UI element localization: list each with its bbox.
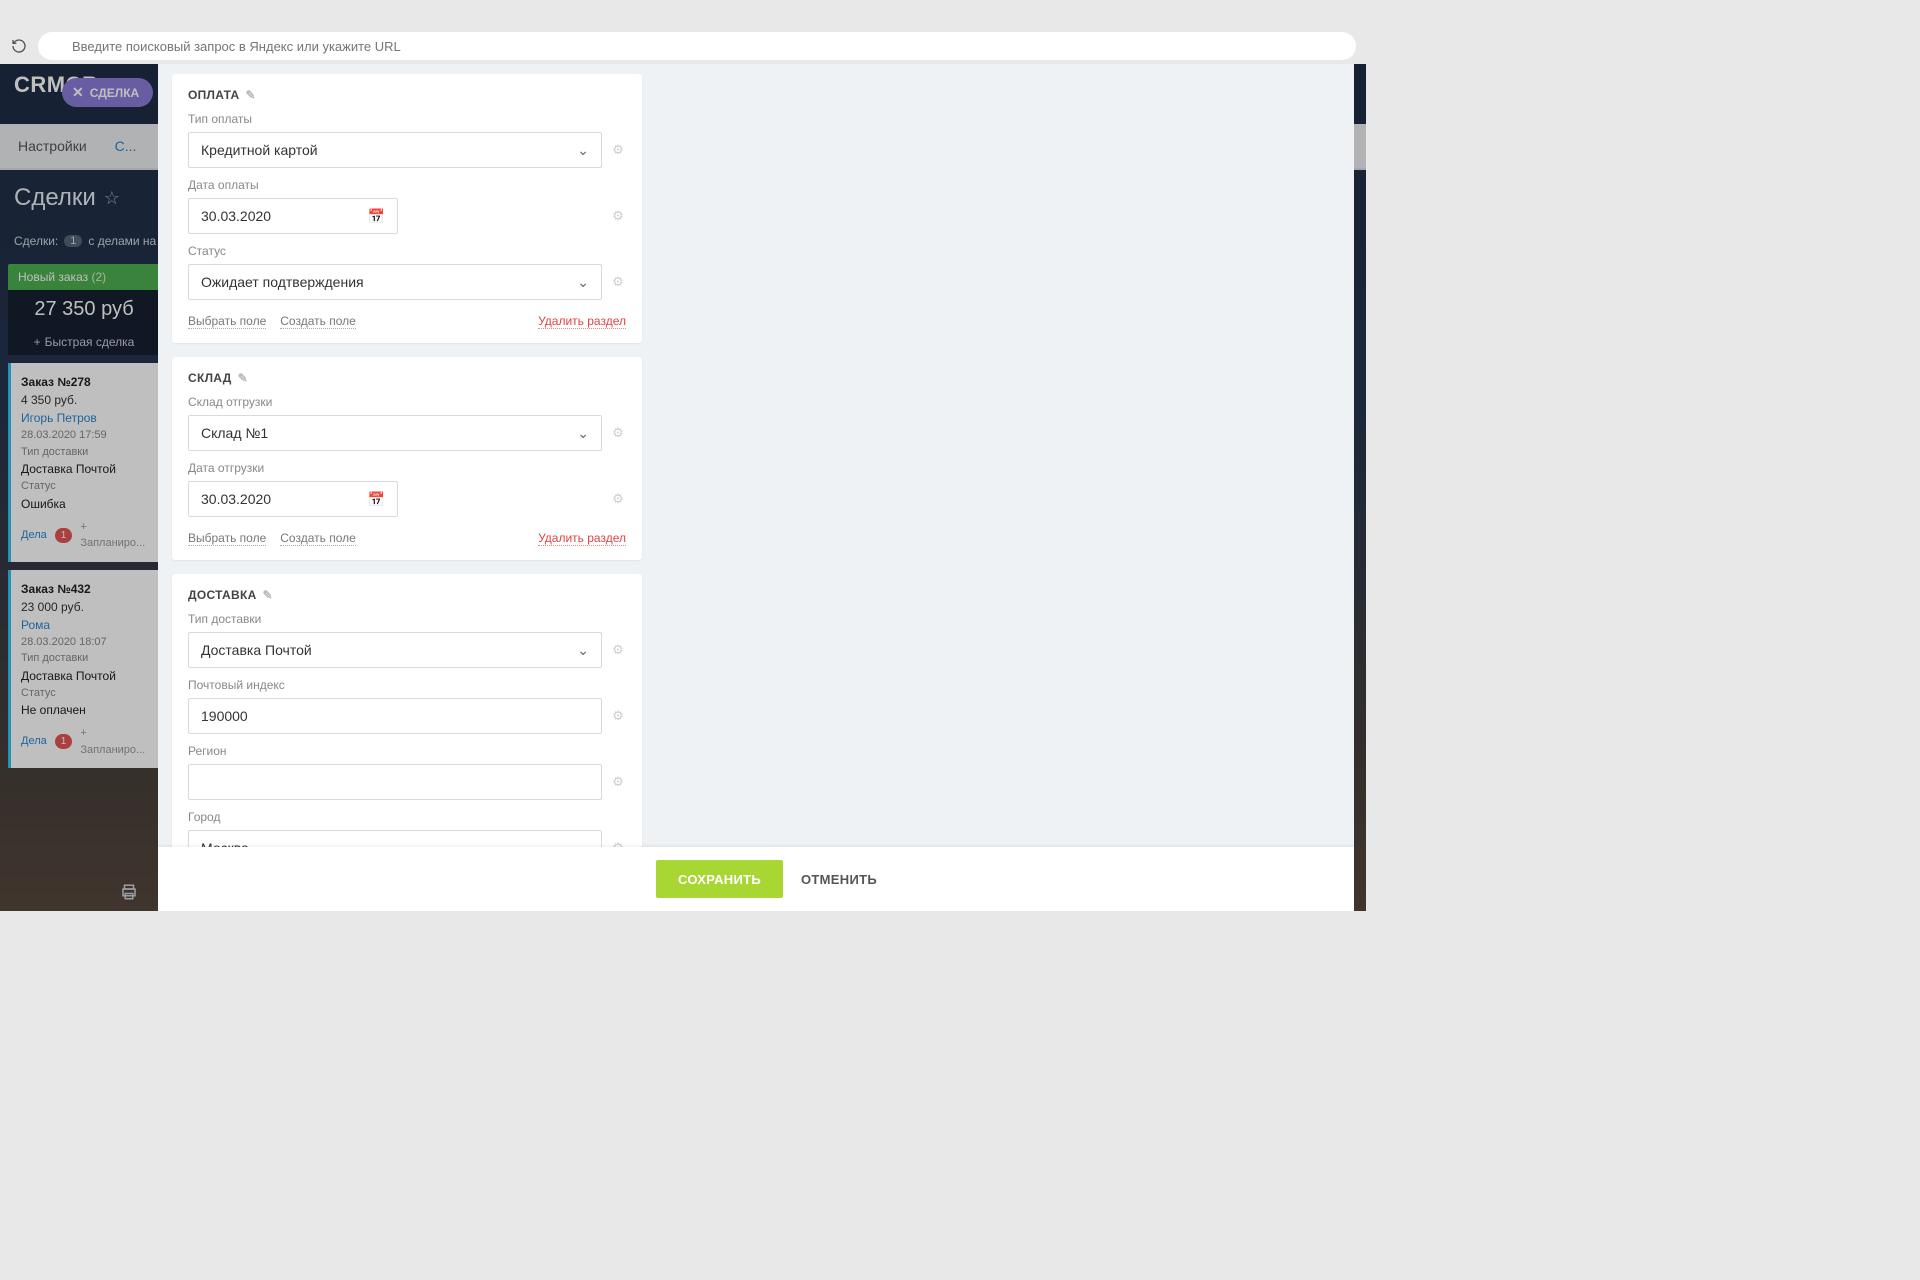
field-label: Регион <box>188 744 626 758</box>
delete-section-link[interactable]: Удалить раздел <box>538 314 626 329</box>
gear-icon[interactable]: ⚙ <box>610 274 626 290</box>
region-input[interactable] <box>188 764 602 800</box>
field-label: Тип оплаты <box>188 112 626 126</box>
create-field-link[interactable]: Создать поле <box>280 314 356 329</box>
select-field-link[interactable]: Выбрать поле <box>188 314 266 329</box>
field-label: Почтовый индекс <box>188 678 626 692</box>
field-label: Дата отгрузки <box>188 461 626 475</box>
chevron-down-icon: ⌄ <box>577 425 589 442</box>
payment-date-input[interactable]: 30.03.2020 📅 <box>188 198 398 234</box>
chevron-down-icon: ⌄ <box>577 142 589 159</box>
zip-input[interactable]: 190000 <box>188 698 602 734</box>
edit-icon[interactable]: ✎ <box>246 88 256 102</box>
gear-icon[interactable]: ⚙ <box>610 142 626 158</box>
delete-section-link[interactable]: Удалить раздел <box>538 531 626 546</box>
chevron-down-icon: ⌄ <box>577 274 589 291</box>
select-field-link[interactable]: Выбрать поле <box>188 531 266 546</box>
calendar-icon[interactable]: 📅 <box>368 208 385 225</box>
gear-icon[interactable]: ⚙ <box>610 840 626 847</box>
gear-icon[interactable]: ⚙ <box>610 708 626 724</box>
edit-icon[interactable]: ✎ <box>238 371 248 385</box>
delivery-type-select[interactable]: Доставка Почтой ⌄ <box>188 632 602 668</box>
gear-icon[interactable]: ⚙ <box>610 491 626 507</box>
save-button[interactable]: СОХРАНИТЬ <box>656 860 783 898</box>
url-input[interactable] <box>38 32 1356 60</box>
calendar-icon[interactable]: 📅 <box>368 491 385 508</box>
field-label: Дата оплаты <box>188 178 626 192</box>
deal-edit-panel: ОПЛАТА ✎ Тип оплаты Кредитной картой ⌄ ⚙… <box>158 64 1354 911</box>
city-input[interactable]: Москва <box>188 830 602 847</box>
panel-footer: СОХРАНИТЬ ОТМЕНИТЬ <box>158 847 1354 911</box>
reload-icon[interactable] <box>10 37 28 55</box>
section-title: ОПЛАТА <box>188 88 240 102</box>
payment-status-select[interactable]: Ожидает подтверждения ⌄ <box>188 264 602 300</box>
edit-icon[interactable]: ✎ <box>263 588 273 602</box>
gear-icon[interactable]: ⚙ <box>610 642 626 658</box>
chevron-down-icon: ⌄ <box>577 642 589 659</box>
section-title: СКЛАД <box>188 371 232 385</box>
gear-icon[interactable]: ⚙ <box>610 208 626 224</box>
field-label: Город <box>188 810 626 824</box>
section-delivery: ДОСТАВКА ✎ Тип доставки Доставка Почтой … <box>172 574 642 847</box>
create-field-link[interactable]: Создать поле <box>280 531 356 546</box>
section-warehouse: СКЛАД ✎ Склад отгрузки Склад №1 ⌄ ⚙ Дата… <box>172 357 642 560</box>
payment-type-select[interactable]: Кредитной картой ⌄ <box>188 132 602 168</box>
field-label: Тип доставки <box>188 612 626 626</box>
section-payment: ОПЛАТА ✎ Тип оплаты Кредитной картой ⌄ ⚙… <box>172 74 642 343</box>
field-label: Склад отгрузки <box>188 395 626 409</box>
field-label: Статус <box>188 244 626 258</box>
browser-toolbar: Я <box>0 28 1366 64</box>
shipment-date-input[interactable]: 30.03.2020 📅 <box>188 481 398 517</box>
cancel-button[interactable]: ОТМЕНИТЬ <box>801 872 877 887</box>
section-title: ДОСТАВКА <box>188 588 257 602</box>
warehouse-select[interactable]: Склад №1 ⌄ <box>188 415 602 451</box>
gear-icon[interactable]: ⚙ <box>610 774 626 790</box>
gear-icon[interactable]: ⚙ <box>610 425 626 441</box>
